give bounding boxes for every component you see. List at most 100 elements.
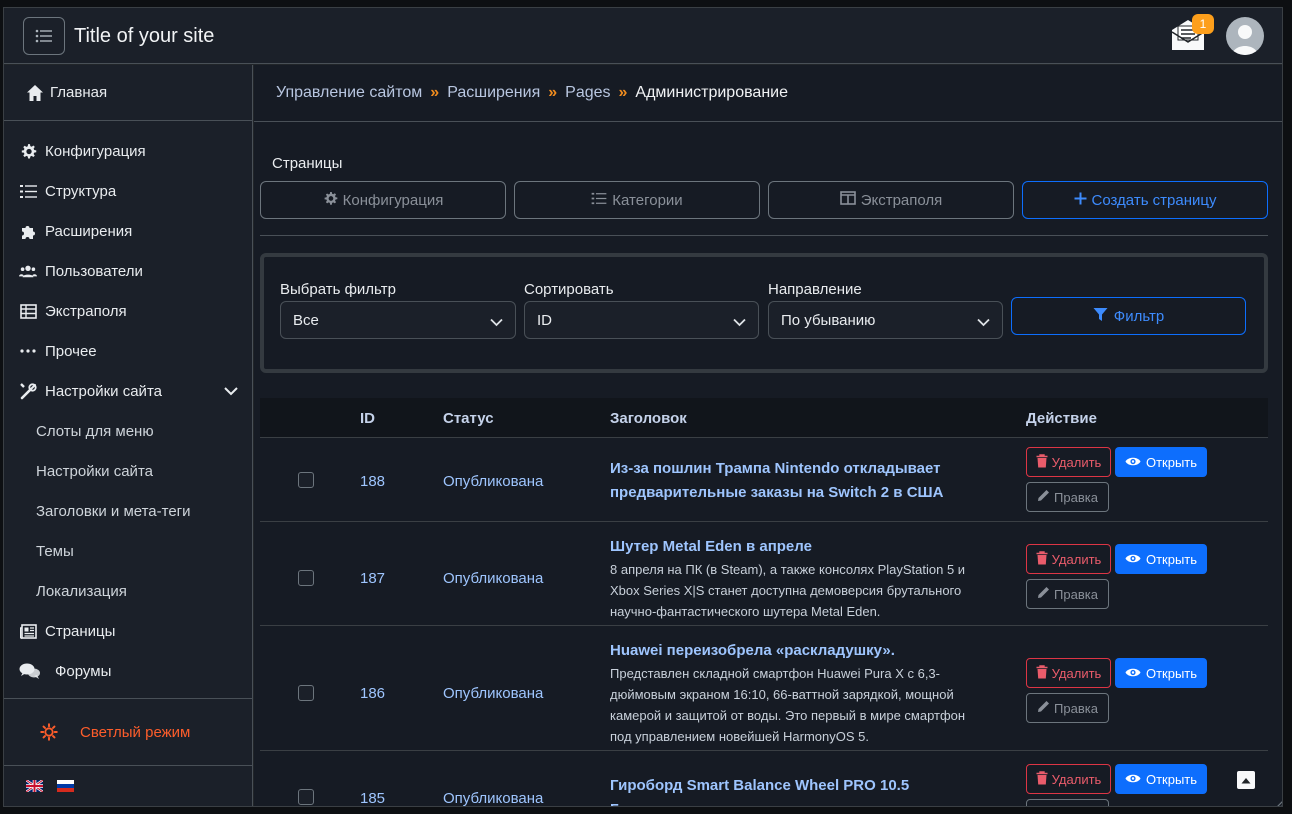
theme-toggle-button[interactable]: Светлый режим [4,698,253,766]
trash-icon [1036,664,1048,682]
pencil-icon [1037,586,1050,602]
edit-button[interactable]: Правка [1026,799,1109,807]
pencil-icon [1037,806,1050,807]
sidebar-subitem-meta-tags[interactable]: Заголовки и мета-теги [4,491,252,531]
filter-label: Выбрать фильтр [280,281,396,298]
categories-button-label: Категории [612,191,683,209]
row-description-line: Xbox Series X|S станет доступна демоверс… [610,583,962,598]
plus-icon [1074,192,1087,209]
row-checkbox[interactable] [298,472,314,488]
user-avatar[interactable] [1226,17,1264,55]
delete-button-label: Удалить [1051,665,1102,681]
open-button[interactable]: Открыть [1115,764,1207,794]
sidebar-item-extrafields[interactable]: Экстраполя [4,291,252,331]
open-button[interactable]: Открыть [1115,544,1207,574]
uk-flag-icon[interactable] [26,780,43,792]
extrafields-button[interactable]: Экстраполя [768,181,1014,219]
edit-button[interactable]: Правка [1026,579,1109,609]
puzzle-icon [19,222,37,240]
sidebar-item-label: Экстраполя [45,302,127,320]
users-icon [19,262,37,280]
eye-icon [1125,772,1141,787]
sidebar-item-config[interactable]: Конфигурация [4,131,252,171]
list-icon [19,182,37,200]
row-title-line: Шутер Metal Eden в апреле [610,538,812,555]
row-description-line: 8 апреля на ПК (в Steam), а также консол… [610,562,966,577]
sort-label: Сортировать [524,281,614,298]
row-id: 188 [360,473,386,490]
resize-grip-icon[interactable] [1270,798,1283,807]
breadcrumb-item-pages[interactable]: Pages [565,84,610,102]
breadcrumb-item-extensions[interactable]: Расширения [447,84,540,102]
table-header: ID Статус Заголовок Действие [260,398,1268,438]
sidebar-item-pages[interactable]: Страницы [4,611,252,651]
sidebar-subitem-menu-slots[interactable]: Слоты для меню [4,411,252,451]
column-header-title[interactable]: Заголовок [610,410,687,427]
delete-button[interactable]: Удалить [1026,658,1111,688]
sun-icon [40,723,58,741]
user-icon [1232,25,1258,55]
row-description-line: камерой и защитой от воды. Это первый в … [610,708,966,723]
main-content: Управление сайтом » Расширения » Pages »… [254,65,1282,807]
table-row: 185 Опубликована Гироборд Smart Balance … [260,752,1268,807]
sidebar-item-label: Форумы [55,662,112,680]
page-title: Страницы [272,155,343,172]
sidebar-item-label: Конфигурация [45,142,146,160]
sidebar-subitem-site-settings[interactable]: Настройки сайта [4,451,252,491]
row-title-link[interactable]: Гироборд Smart Balance Wheel PRO 10.5 Га… [610,774,1000,806]
sidebar-subitem-themes[interactable]: Темы [4,531,252,571]
edit-button[interactable]: Правка [1026,482,1109,512]
row-checkbox[interactable] [298,789,314,805]
scroll-to-top-button[interactable] [1237,771,1255,789]
delete-button-label: Удалить [1051,551,1102,567]
row-description-line: под управлением новейшей HarmonyOS 5. [610,729,869,744]
edit-button-label: Правка [1054,489,1098,505]
breadcrumb-item-site-management[interactable]: Управление сайтом [276,84,422,102]
site-title[interactable]: Title of your site [74,25,214,48]
create-page-button[interactable]: Создать страницу [1022,181,1268,219]
open-button[interactable]: Открыть [1115,658,1207,688]
tools-icon [19,382,37,400]
direction-select[interactable]: По убыванию [768,301,1003,339]
row-description-line: научно-фантастического шутера Metal Eden… [610,604,881,619]
delete-button-label: Удалить [1051,771,1102,787]
row-title-link[interactable]: Шутер Metal Eden в апреле [610,535,1000,559]
row-title-link[interactable]: Huawei переизобрела «раскладушку». [610,639,1000,663]
row-checkbox[interactable] [298,570,314,586]
notification-badge: 1 [1192,14,1214,34]
sidebar-item-forums[interactable]: Форумы [4,651,252,691]
row-title-line: Huawei переизобрела «раскладушку». [610,642,895,659]
edit-button-label: Правка [1054,586,1098,602]
ru-flag-icon[interactable] [57,780,74,792]
filter-select[interactable]: Все [280,301,516,339]
filter-button[interactable]: Фильтр [1011,297,1246,335]
top-bar: Title of your site 1 [4,8,1282,64]
row-title-line: Из-за пошлин Трампа Nintendo откладывает [610,460,941,477]
sidebar-item-site-settings[interactable]: Настройки сайта [4,371,252,411]
delete-button[interactable]: Удалить [1026,544,1111,574]
direction-select-value: По убыванию [781,311,876,329]
sidebar-subitem-localization[interactable]: Локализация [4,571,252,611]
sidebar-item-users[interactable]: Пользователи [4,251,252,291]
column-header-action: Действие [1026,410,1097,427]
column-header-id[interactable]: ID [360,410,375,427]
delete-button[interactable]: Удалить [1026,764,1111,794]
row-checkbox[interactable] [298,685,314,701]
categories-button[interactable]: Категории [514,181,760,219]
row-title-link[interactable]: Из-за пошлин Трампа Nintendo откладывает… [610,457,1000,505]
sidebar-item-extensions[interactable]: Расширения [4,211,252,251]
chevron-down-icon[interactable] [224,383,238,400]
delete-button[interactable]: Удалить [1026,447,1111,477]
config-button[interactable]: Конфигурация [260,181,506,219]
gear-icon [19,142,37,160]
edit-button[interactable]: Правка [1026,693,1109,723]
row-title-line: предварительные заказы на Switch 2 в США [610,484,944,501]
sidebar-item-structure[interactable]: Структура [4,171,252,211]
open-button[interactable]: Открыть [1115,447,1207,477]
sidebar-toggle-button[interactable] [23,17,65,55]
sort-select[interactable]: ID [524,301,759,339]
sidebar-item-other[interactable]: Прочее [4,331,252,371]
sidebar-item-label: Главная [50,84,108,101]
column-header-status[interactable]: Статус [443,410,494,427]
sidebar-item-home[interactable]: Главная [4,65,252,121]
